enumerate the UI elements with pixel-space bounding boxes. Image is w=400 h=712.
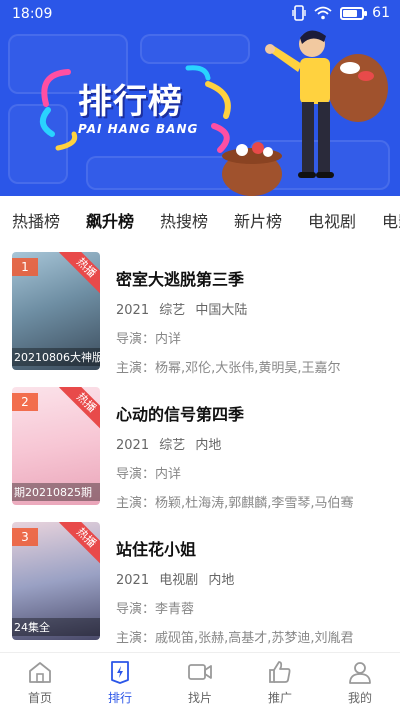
item-region: 中国大陆	[195, 303, 248, 318]
tab-new[interactable]: 新片榜	[234, 208, 282, 232]
video-icon	[188, 664, 212, 680]
item-cast: 主演：戚砚笛,张赫,高基才,苏梦迪,刘胤君	[116, 631, 354, 646]
nav-home-label: 首页	[27, 691, 52, 705]
tab-tv-series[interactable]: 电视剧	[308, 208, 356, 232]
nav-mine-label: 我的	[347, 691, 372, 705]
tab-hot-search[interactable]: 热搜榜	[160, 208, 208, 232]
item-meta: 2021 综艺 内地	[116, 434, 390, 453]
rank-number: 1	[12, 258, 38, 276]
item-cast: 主演：杨幂,邓伦,大张伟,黄明昊,王嘉尔	[116, 361, 341, 376]
nav-home[interactable]: 首页	[10, 659, 70, 706]
nav-promote[interactable]: 推广	[250, 659, 310, 706]
item-genre: 综艺	[159, 438, 186, 453]
rank-number: 2	[12, 393, 38, 411]
item-year: 2021	[116, 573, 150, 588]
nav-ranking-label: 排行	[107, 691, 132, 705]
item-director: 导演：内详	[116, 332, 182, 347]
nav-find-label: 找片	[187, 691, 212, 705]
item-title[interactable]: 密室大逃脱第三季	[116, 266, 390, 290]
item-cast: 主演：杨颖,杜海涛,郭麒麟,李雪琴,马伯骞	[116, 496, 354, 511]
poster-image[interactable]: 1 热播 20210806大神版	[12, 252, 100, 370]
status-time: 18:09	[12, 6, 53, 22]
ranking-logo: 排行榜 PAI HANG BANG	[38, 64, 238, 154]
home-icon	[29, 662, 51, 683]
tab-rising[interactable]: 飙升榜	[86, 208, 134, 232]
item-region: 内地	[195, 438, 222, 453]
item-genre: 电视剧	[159, 573, 199, 588]
basket-illustration	[222, 142, 282, 196]
poster-caption: 期20210825期	[12, 483, 100, 501]
nav-ranking[interactable]: 排行	[90, 659, 150, 706]
item-director: 导演：李青蓉	[116, 602, 195, 617]
item-title[interactable]: 站住花小姐	[116, 536, 390, 560]
tab-hot-play[interactable]: 热播榜	[12, 208, 60, 232]
list-item[interactable]: 1 热播 20210806大神版 密室大逃脱第三季 2021 综艺 中国大陆 导…	[0, 252, 400, 376]
poster-image[interactable]: 3 热播 24集全	[12, 522, 100, 640]
nav-find[interactable]: 找片	[170, 659, 230, 706]
item-genre: 综艺	[159, 303, 186, 318]
logo-title: 排行榜	[78, 82, 183, 122]
nav-mine[interactable]: 我的	[330, 659, 390, 706]
item-meta: 2021 电视剧 内地	[116, 569, 390, 588]
list-item[interactable]: 3 热播 24集全 站住花小姐 2021 电视剧 内地 导演：李青蓉 主演：戚砚…	[0, 522, 400, 646]
rank-number: 3	[12, 528, 38, 546]
poster-caption: 20210806大神版	[12, 348, 100, 366]
header-banner: 18:09 61 排行榜 PAI HANG BANG	[0, 0, 400, 196]
item-year: 2021	[116, 438, 150, 453]
tab-movie[interactable]: 电影	[382, 208, 400, 232]
nav-promote-label: 推广	[267, 691, 292, 705]
category-tabs: 热播榜 飙升榜 热搜榜 新片榜 电视剧 电影	[0, 196, 400, 240]
logo-subtitle: PAI HANG BANG	[78, 122, 199, 136]
thumbs-up-icon	[269, 661, 291, 683]
poster-image[interactable]: 2 热播 期20210825期	[12, 387, 100, 505]
hot-badge: 热播	[59, 387, 100, 430]
banner-decoration	[140, 34, 250, 64]
bottom-nav: 首页 排行 找片 推广 我的	[0, 652, 400, 712]
item-title[interactable]: 心动的信号第四季	[116, 401, 390, 425]
item-director: 导演：内详	[116, 467, 182, 482]
ranking-icon	[111, 661, 129, 684]
poster-caption: 24集全	[12, 618, 100, 636]
hot-badge: 热播	[59, 252, 100, 295]
hot-badge: 热播	[59, 522, 100, 565]
user-icon	[349, 662, 371, 684]
item-meta: 2021 综艺 中国大陆	[116, 299, 390, 318]
item-year: 2021	[116, 303, 150, 318]
item-region: 内地	[208, 573, 235, 588]
list-item[interactable]: 2 热播 期20210825期 心动的信号第四季 2021 综艺 内地 导演：内…	[0, 387, 400, 511]
